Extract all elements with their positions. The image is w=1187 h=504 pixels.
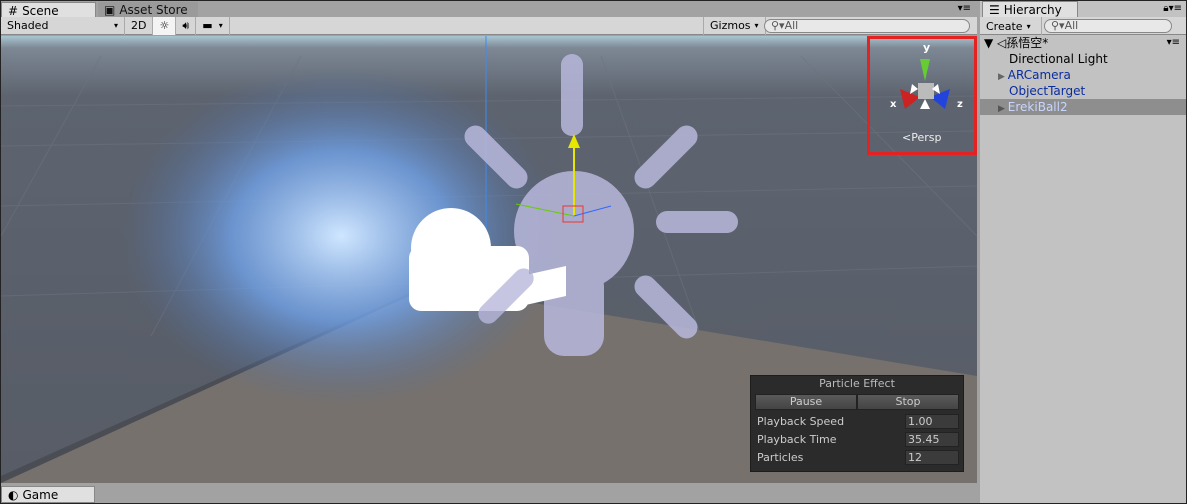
chevron-down-icon: ▾: [754, 21, 759, 30]
store-icon: ▣: [104, 3, 116, 17]
stop-button[interactable]: Stop: [857, 394, 959, 410]
scene-search-input[interactable]: ⚲▾All: [764, 19, 970, 33]
hierarchy-item-erekiball2[interactable]: ▶ ErekiBall2: [980, 99, 1186, 115]
shading-dropdown[interactable]: Shaded ▾: [1, 16, 125, 35]
projection-label[interactable]: <Persp: [902, 131, 941, 144]
hierarchy-item-arcamera[interactable]: ▶ ARCamera: [980, 67, 1186, 83]
axis-z-label: z: [957, 99, 963, 110]
scene-panel: # Scene ▣ Asset Store ▾≡ Shaded ▾ 2D ☼ 🔊︎ ▬…: [1, 1, 977, 485]
lighting-toggle[interactable]: ☼: [153, 16, 177, 35]
audio-toggle[interactable]: 🔊︎: [176, 16, 197, 35]
chevron-down-icon: ▾: [113, 21, 118, 30]
particle-effect-panel: Particle Effect Pause Stop Playback Speed…: [750, 375, 964, 472]
hierarchy-item-directional-light[interactable]: Directional Light: [980, 51, 1186, 67]
create-dropdown[interactable]: Create ▾: [980, 17, 1042, 35]
hierarchy-search-input[interactable]: ⚲▾All: [1044, 19, 1172, 33]
playback-speed-row: Playback Speed 1.00: [751, 412, 963, 430]
orientation-gizmo[interactable]: y x z <Persp: [867, 36, 977, 155]
search-icon: ⚲▾: [1051, 19, 1065, 32]
image-icon: ▬: [202, 19, 213, 32]
playback-speed-field[interactable]: 1.00: [905, 413, 959, 429]
expand-arrow-icon[interactable]: ▶: [998, 72, 1008, 82]
chevron-down-icon: ▾: [1026, 21, 1031, 31]
particle-effect-title: Particle Effect: [819, 377, 895, 390]
chevron-down-icon: ▾: [218, 21, 223, 30]
tab-game[interactable]: ◐ Game: [1, 486, 95, 503]
axis-y-label: y: [923, 41, 930, 54]
list-icon: ☰: [989, 2, 1000, 17]
toggle-2d-button[interactable]: 2D: [125, 16, 154, 35]
unity-icon: ◁: [997, 36, 1007, 50]
tab-hierarchy[interactable]: ☰ Hierarchy: [982, 1, 1078, 17]
game-icon: ◐: [8, 487, 19, 502]
particle-orb: [121, 66, 561, 406]
playback-time-row: Playback Time 35.45: [751, 430, 963, 448]
scene-viewport[interactable]: y x z <Persp Particle Effect Pause Stop P…: [1, 36, 977, 483]
lock-icon[interactable]: 🔒︎▾≡: [1163, 3, 1182, 14]
menu-icon[interactable]: ▾≡: [1167, 35, 1180, 51]
speaker-icon: 🔊︎: [182, 18, 190, 32]
axis-x-label: x: [890, 99, 897, 110]
sun-icon: ☼: [159, 19, 170, 32]
scene-toolbar: Shaded ▾ 2D ☼ 🔊︎ ▬ ▾ Gizmos ▾ ⚲▾All: [1, 16, 977, 35]
scene-root[interactable]: ▼ ◁孫悟空* ▾≡: [980, 35, 1186, 51]
hierarchy-panel: ☰ Hierarchy 🔒︎▾≡ Create ▾ ⚲▾All ▼ ◁孫悟空* ▾≡ …: [980, 1, 1186, 503]
expand-arrow-icon[interactable]: ▶: [998, 104, 1008, 114]
gizmos-dropdown[interactable]: Gizmos ▾: [703, 16, 766, 35]
hierarchy-item-objecttarget[interactable]: ObjectTarget: [980, 83, 1186, 99]
playback-time-field[interactable]: 35.45: [905, 431, 959, 447]
panel-menu-icon[interactable]: ▾≡: [958, 3, 971, 14]
particles-field: 12: [905, 449, 959, 465]
search-icon: ⚲▾: [771, 19, 785, 32]
particles-row: Particles 12: [751, 448, 963, 466]
scene-tabbar: # Scene ▣ Asset Store ▾≡: [1, 1, 977, 18]
effects-dropdown[interactable]: ▬ ▾: [196, 16, 230, 35]
pause-button[interactable]: Pause: [755, 394, 857, 410]
grid-icon: #: [8, 3, 19, 18]
